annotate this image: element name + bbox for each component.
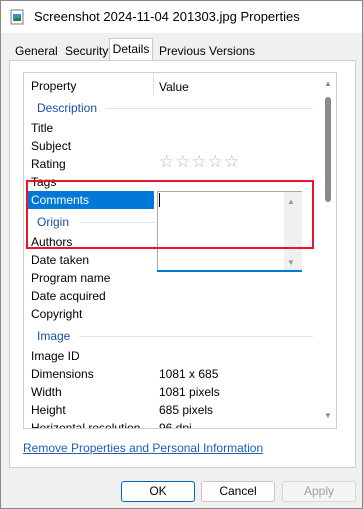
title-bar: Screenshot 2024-11-04 201303.jpg Propert… [1,1,362,33]
row-dimensions-value[interactable]: 1081 x 685 [159,365,218,383]
annotation-highlight-box [26,180,314,249]
rating-stars[interactable]: ☆☆☆☆☆ [159,153,240,171]
column-separator[interactable] [153,73,154,95]
window-title: Screenshot 2024-11-04 201303.jpg Propert… [34,9,300,24]
tab-previous-versions[interactable]: Previous Versions [159,42,255,60]
section-divider [79,336,313,337]
tab-details[interactable]: Details [109,38,153,61]
row-image-id-label[interactable]: Image ID [31,347,80,365]
row-date-taken-label[interactable]: Date taken [31,251,89,269]
tab-general[interactable]: General [15,42,58,60]
column-header-value[interactable]: Value [159,78,189,96]
ok-button[interactable]: OK [121,481,195,502]
cancel-button[interactable]: Cancel [201,481,275,502]
row-width-value[interactable]: 1081 pixels [159,383,220,401]
row-copyright-label[interactable]: Copyright [31,305,82,323]
clipped-row-container: Horizontal resolution 96 dpi [24,419,318,428]
section-description: Description [37,101,98,115]
scroll-up-arrow-icon[interactable]: ▲ [324,79,332,88]
row-dimensions-label[interactable]: Dimensions [31,365,94,383]
row-program-name-label[interactable]: Program name [31,269,110,287]
section-divider [105,108,313,109]
row-height-label[interactable]: Height [31,401,66,419]
column-header-property[interactable]: Property [31,77,76,95]
scroll-thumb[interactable] [325,97,331,202]
row-rating-label[interactable]: Rating [31,155,66,173]
scroll-down-arrow-icon[interactable]: ▼ [324,411,332,420]
textarea-focus-underline [157,270,302,272]
comments-scroll-down-icon[interactable]: ▼ [287,258,295,267]
row-horizontal-resolution-label[interactable]: Horizontal resolution [31,419,140,428]
row-subject-label[interactable]: Subject [31,137,71,155]
image-file-icon [10,9,24,25]
properties-window: Screenshot 2024-11-04 201303.jpg Propert… [0,0,363,509]
row-height-value[interactable]: 685 pixels [159,401,213,419]
tab-security[interactable]: Security [65,42,108,60]
apply-button[interactable]: Apply [282,481,356,502]
row-date-acquired-label[interactable]: Date acquired [31,287,106,305]
remove-properties-link[interactable]: Remove Properties and Personal Informati… [23,441,263,455]
properties-scrollbar[interactable]: ▲ ▼ [319,73,336,428]
row-title-label[interactable]: Title [31,119,53,137]
row-horizontal-resolution-value[interactable]: 96 dpi [159,419,192,428]
section-image: Image [37,329,71,343]
row-width-label[interactable]: Width [31,383,62,401]
